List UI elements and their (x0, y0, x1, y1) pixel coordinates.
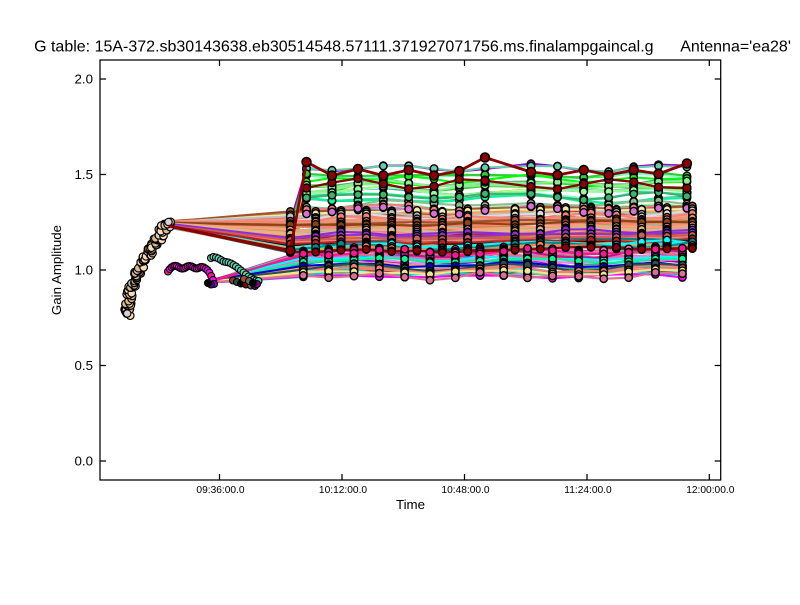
svg-text:Time: Time (396, 497, 425, 512)
svg-text:11:24:00.0: 11:24:00.0 (564, 485, 612, 496)
svg-text:1.0: 1.0 (75, 263, 94, 278)
svg-text:G table: 15A-372.sb30143638.eb: G table: 15A-372.sb30143638.eb30514548.5… (34, 39, 791, 56)
svg-text:09:36:00.0: 09:36:00.0 (196, 485, 244, 496)
svg-text:0.5: 0.5 (75, 358, 94, 373)
svg-text:10:12:00.0: 10:12:00.0 (319, 485, 367, 496)
svg-text:1.5: 1.5 (75, 167, 94, 182)
svg-text:2.0: 2.0 (75, 72, 94, 87)
svg-text:0.0: 0.0 (75, 454, 94, 469)
svg-text:10:48:00.0: 10:48:00.0 (441, 485, 489, 496)
svg-text:12:00:00.0: 12:00:00.0 (686, 485, 734, 496)
svg-text:Gain Amplitude: Gain Amplitude (49, 225, 64, 315)
